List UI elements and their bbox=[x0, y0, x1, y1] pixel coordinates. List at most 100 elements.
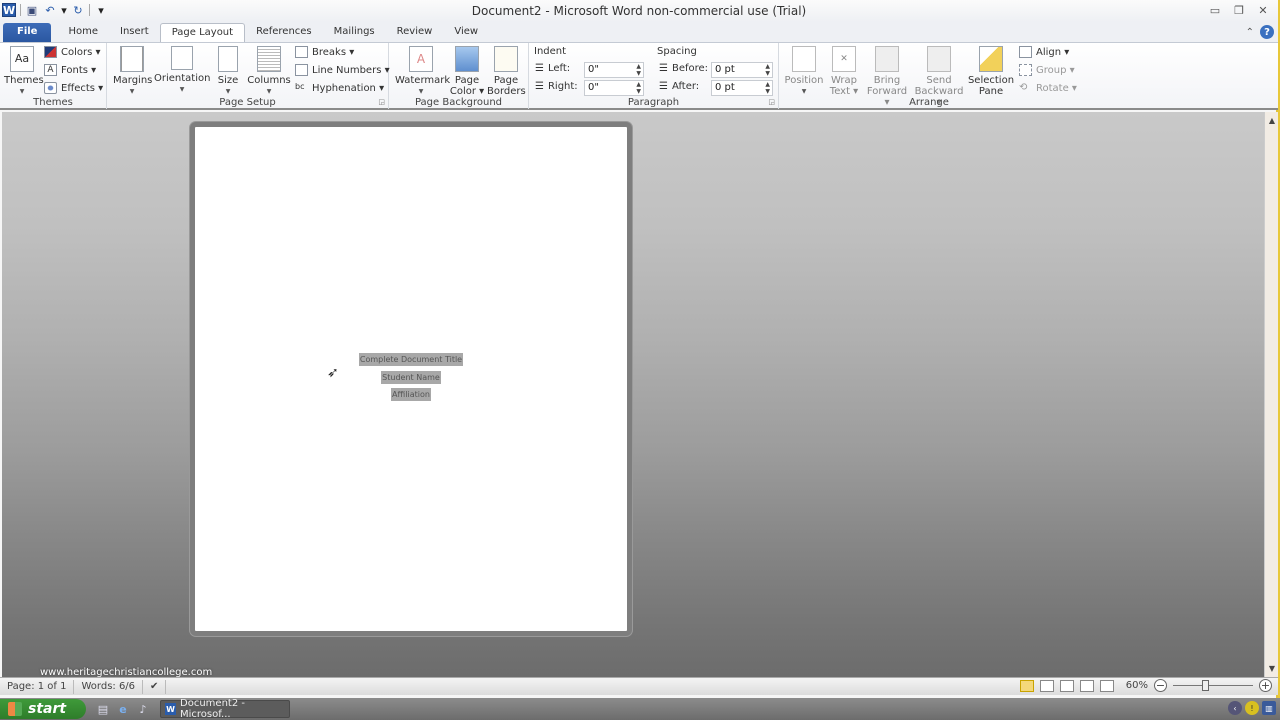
proofing-icon[interactable]: ✔ bbox=[143, 679, 167, 694]
spacing-after-label: After: bbox=[671, 81, 700, 92]
tab-file[interactable]: File bbox=[3, 23, 52, 43]
indent-left-input[interactable]: 0" ▲ ▼ bbox=[584, 62, 644, 78]
effects-icon bbox=[44, 82, 57, 94]
watermark-icon: A bbox=[409, 46, 433, 72]
indent-right-input[interactable]: 0" ▲ ▼ bbox=[584, 80, 644, 96]
vertical-scrollbar[interactable]: ▲ ▼ bbox=[1264, 112, 1278, 677]
wrap-text-button[interactable]: ✕ Wrap Text ▾ bbox=[827, 46, 861, 97]
help-icon[interactable]: ? bbox=[1260, 25, 1274, 39]
print-layout-view-icon[interactable] bbox=[1019, 679, 1034, 692]
margins-label: Margins bbox=[113, 75, 153, 86]
spacing-title: Spacing bbox=[657, 46, 697, 57]
paragraph-launcher-icon[interactable]: ◲ bbox=[768, 98, 775, 106]
affiliation-line[interactable]: Affiliation bbox=[195, 388, 627, 401]
page-color-button[interactable]: Page Color ▾ bbox=[449, 46, 485, 97]
colors-button[interactable]: Colors ▾ bbox=[44, 46, 101, 58]
close-button[interactable]: ✕ bbox=[1254, 2, 1272, 18]
spinner-arrows-icon[interactable]: ▲ ▼ bbox=[636, 81, 641, 95]
tab-review[interactable]: Review bbox=[386, 23, 444, 43]
fonts-label: Fonts ▾ bbox=[61, 64, 97, 76]
minimize-ribbon-icon[interactable]: ⌃ bbox=[1246, 27, 1254, 38]
word-count[interactable]: Words: 6/6 bbox=[74, 679, 144, 694]
page-background-group-label: Page Background bbox=[414, 97, 503, 108]
position-button[interactable]: Position ▼ bbox=[783, 46, 825, 97]
watermark-label: Watermark bbox=[395, 75, 451, 86]
internet-explorer-icon[interactable]: e bbox=[116, 702, 130, 716]
page-count[interactable]: Page: 1 of 1 bbox=[0, 679, 75, 694]
rotate-label: Rotate ▾ bbox=[1036, 82, 1077, 94]
line-numbers-button[interactable]: Line Numbers ▾ bbox=[295, 64, 390, 76]
web-layout-view-icon[interactable] bbox=[1059, 679, 1074, 692]
mouse-cursor-icon: ➶ bbox=[327, 365, 339, 381]
effects-button[interactable]: Effects ▾ bbox=[44, 82, 103, 94]
spacing-after-input[interactable]: 0 pt ▲ ▼ bbox=[711, 80, 773, 96]
page-setup-launcher-icon[interactable]: ◲ bbox=[378, 98, 385, 106]
bring-forward-icon bbox=[875, 46, 899, 72]
spacing-before-label: Before: bbox=[671, 63, 709, 74]
taskbar-item-word[interactable]: W Document2 - Microsof... bbox=[160, 698, 290, 720]
security-shield-icon[interactable]: ! bbox=[1245, 701, 1259, 715]
scroll-up-icon[interactable]: ▲ bbox=[1265, 116, 1279, 125]
page-borders-button[interactable]: Page Borders bbox=[487, 46, 526, 97]
document-area: Complete Document Title Student Name Aff… bbox=[2, 112, 1264, 677]
tab-references[interactable]: References bbox=[245, 23, 323, 43]
tab-insert[interactable]: Insert bbox=[109, 23, 160, 43]
wrap-text-label-2: Text ▾ bbox=[829, 86, 859, 97]
spacing-after-value: 0 pt bbox=[715, 82, 735, 93]
zoom-slider[interactable] bbox=[1173, 679, 1253, 692]
zoom-level[interactable]: 60% bbox=[1126, 680, 1148, 691]
zoom-out-button[interactable]: − bbox=[1154, 679, 1167, 692]
tab-view[interactable]: View bbox=[443, 23, 489, 43]
rotate-button[interactable]: ⟲ Rotate ▾ bbox=[1019, 82, 1077, 94]
document-page[interactable]: Complete Document Title Student Name Aff… bbox=[190, 122, 632, 636]
indent-left-label-wrap: ☰ Left: bbox=[535, 63, 570, 74]
start-button[interactable]: start bbox=[0, 699, 86, 719]
align-button[interactable]: Align ▾ bbox=[1019, 46, 1069, 58]
columns-button[interactable]: Columns ▼ bbox=[247, 46, 291, 97]
full-screen-reading-view-icon[interactable] bbox=[1039, 679, 1054, 692]
zoom-slider-thumb[interactable] bbox=[1202, 679, 1209, 691]
status-bar: Page: 1 of 1 Words: 6/6 ✔ 60% − + bbox=[0, 677, 1278, 695]
draft-view-icon[interactable] bbox=[1099, 679, 1114, 692]
columns-label: Columns bbox=[247, 75, 291, 86]
restore-button[interactable]: ❐ bbox=[1230, 2, 1248, 18]
show-desktop-icon[interactable]: ▤ bbox=[96, 702, 110, 716]
orientation-label: Orientation bbox=[154, 73, 211, 84]
bring-forward-label: Bring bbox=[873, 75, 901, 86]
tab-page-layout[interactable]: Page Layout bbox=[159, 23, 246, 43]
arrange-group: Position ▼ ✕ Wrap Text ▾ Bring Forward ▾… bbox=[779, 43, 1079, 109]
line-numbers-icon bbox=[295, 64, 308, 76]
tray-back-icon[interactable]: ‹ bbox=[1228, 701, 1242, 715]
spacing-before-input[interactable]: 0 pt ▲ ▼ bbox=[711, 62, 773, 78]
tab-mailings[interactable]: Mailings bbox=[323, 23, 386, 43]
spinner-arrows-icon[interactable]: ▲ ▼ bbox=[765, 81, 770, 95]
dropdown-arrow-icon: ▼ bbox=[179, 86, 185, 93]
breaks-icon bbox=[295, 46, 308, 58]
themes-button[interactable]: Aa Themes ▼ bbox=[4, 46, 44, 97]
fonts-button[interactable]: A Fonts ▾ bbox=[44, 64, 96, 76]
document-title-line[interactable]: Complete Document Title bbox=[195, 353, 627, 366]
spinner-arrows-icon[interactable]: ▲ ▼ bbox=[765, 63, 770, 77]
student-name-line[interactable]: Student Name bbox=[195, 371, 627, 384]
scroll-down-icon[interactable]: ▼ bbox=[1265, 664, 1279, 673]
margins-button[interactable]: Margins ▼ bbox=[113, 46, 153, 97]
ribbon-tabs: File Home Insert Page Layout References … bbox=[0, 22, 1278, 43]
orientation-icon bbox=[171, 46, 193, 70]
hyphenation-button[interactable]: bc Hyphenation ▾ bbox=[295, 82, 384, 94]
orientation-button[interactable]: Orientation ▼ bbox=[154, 46, 210, 95]
tab-home[interactable]: Home bbox=[57, 23, 109, 43]
spinner-arrows-icon[interactable]: ▲ ▼ bbox=[636, 63, 641, 77]
minimize-button[interactable]: ▭ bbox=[1206, 2, 1224, 18]
window-title: Document2 - Microsoft Word non-commercia… bbox=[471, 4, 807, 18]
selection-pane-label: Selection bbox=[967, 75, 1015, 86]
breaks-button[interactable]: Breaks ▾ bbox=[295, 46, 354, 58]
size-button[interactable]: Size ▼ bbox=[213, 46, 243, 97]
spacing-after-icon: ☰ bbox=[659, 81, 668, 92]
selection-pane-button[interactable]: Selection Pane bbox=[967, 46, 1015, 97]
watermark-button[interactable]: A Watermark ▼ bbox=[395, 46, 451, 97]
media-player-icon[interactable]: ♪ bbox=[136, 702, 150, 716]
outline-view-icon[interactable] bbox=[1079, 679, 1094, 692]
group-button[interactable]: Group ▾ bbox=[1019, 64, 1075, 76]
network-icon[interactable]: ▥ bbox=[1262, 701, 1276, 715]
zoom-in-button[interactable]: + bbox=[1259, 679, 1272, 692]
